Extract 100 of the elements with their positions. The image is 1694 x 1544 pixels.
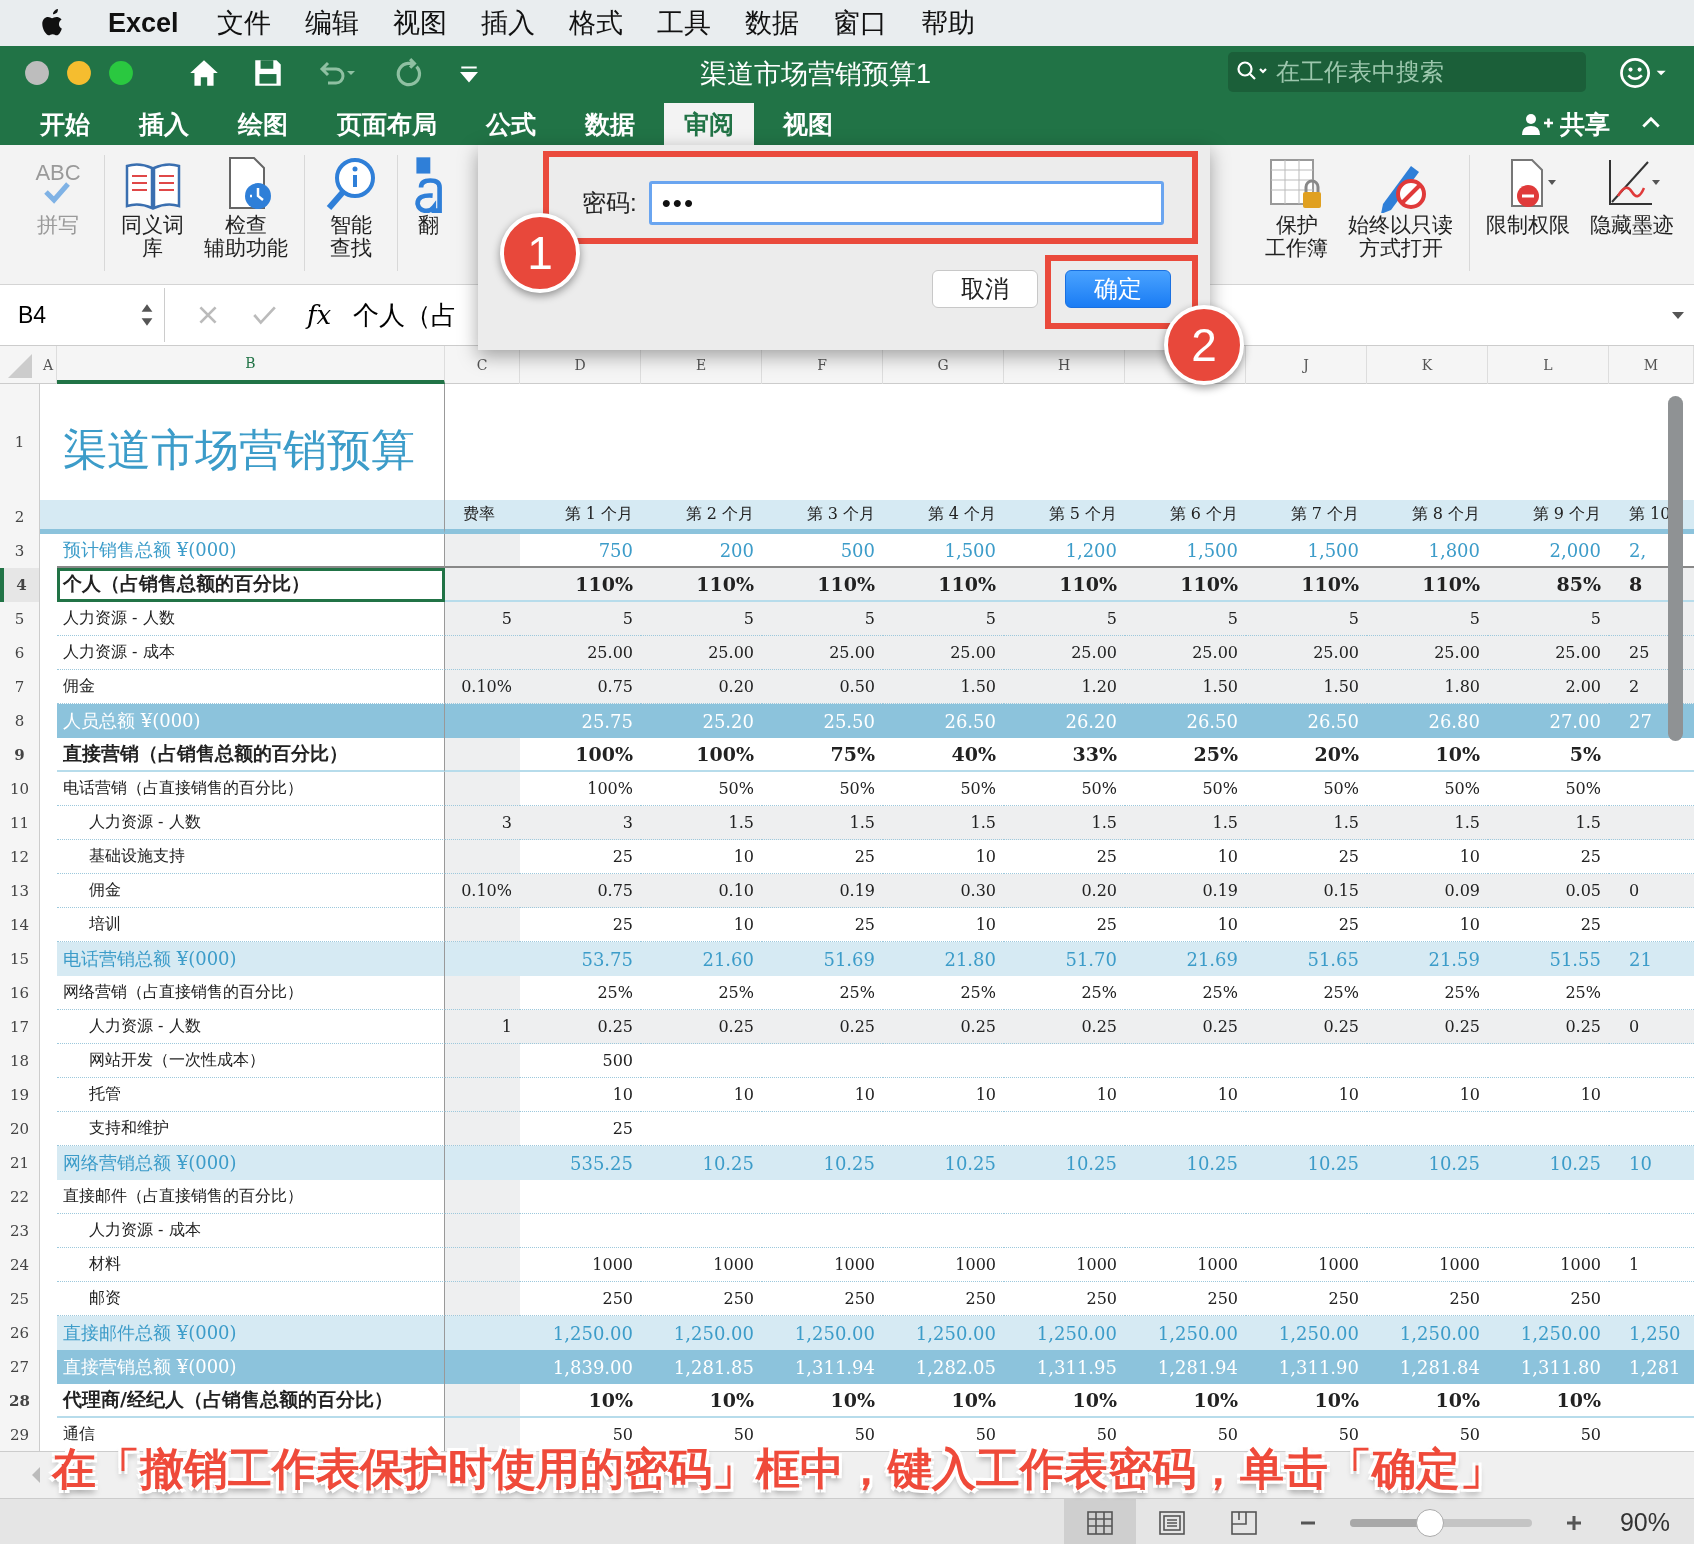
table-cell: 1000 (520, 1248, 641, 1282)
row-header[interactable]: 8 (0, 704, 40, 738)
row-header[interactable]: 4 (0, 568, 40, 602)
ribbon-button[interactable]: 翻 (408, 155, 448, 237)
ribbon-tab[interactable]: 开始 (20, 103, 110, 145)
table-cell: 5 (1367, 602, 1488, 636)
table-cell: 5 (1125, 602, 1246, 636)
ribbon-button[interactable]: 保护 工作簿 (1259, 155, 1334, 260)
column-header[interactable]: K (1367, 346, 1488, 384)
menu-item[interactable]: 工具 (656, 5, 711, 41)
table-cell: 26.80 (1367, 704, 1488, 738)
row-header[interactable]: 14 (0, 908, 40, 942)
row-header[interactable]: 23 (0, 1214, 40, 1248)
table-cell: 0.25 (641, 1010, 762, 1044)
row-header[interactable]: 9 (0, 738, 40, 772)
menu-item[interactable]: 帮助 (920, 5, 975, 41)
ribbon-button[interactable]: 智能 查找 (315, 155, 387, 260)
table-cell: 第 4 个月 (883, 500, 1004, 534)
table-cell: 1.5 (1004, 806, 1125, 840)
ribbon-button[interactable]: 限制权限 (1480, 155, 1576, 237)
ribbon-tab[interactable]: 页面布局 (317, 103, 457, 145)
menu-item[interactable]: 插入 (480, 5, 535, 41)
row-header[interactable]: 1 (0, 384, 40, 500)
table-cell: 1,250 (1609, 1316, 1694, 1350)
menu-item[interactable]: 数据 (744, 5, 799, 41)
row-header[interactable]: 10 (0, 772, 40, 806)
share-button[interactable]: 共享 (1514, 103, 1616, 145)
table-cell: 1,839.00 (520, 1350, 641, 1384)
ribbon-tab[interactable]: 插入 (119, 103, 209, 145)
row-header[interactable]: 21 (0, 1146, 40, 1180)
row-header[interactable]: 22 (0, 1180, 40, 1214)
column-header[interactable]: B (57, 346, 445, 384)
table-cell: 1000 (1246, 1248, 1367, 1282)
ribbon-tab[interactable]: 视图 (763, 103, 853, 145)
expand-icon[interactable] (1670, 309, 1686, 321)
row-header[interactable]: 24 (0, 1248, 40, 1282)
row-header[interactable]: 16 (0, 976, 40, 1010)
smiley-icon[interactable] (1618, 56, 1668, 90)
table-cell: 1,250.00 (762, 1316, 883, 1350)
column-header[interactable]: M (1609, 346, 1694, 384)
table-cell: 1,250.00 (883, 1316, 1004, 1350)
row-header[interactable]: 7 (0, 670, 40, 704)
function-icon[interactable]: fx (307, 300, 332, 330)
minimize-icon[interactable] (66, 60, 92, 86)
zoom-icon[interactable] (108, 60, 134, 86)
row-header[interactable]: 2 (0, 500, 40, 534)
column-header[interactable]: A (40, 346, 57, 384)
name-box[interactable]: B4 (0, 288, 165, 342)
search-field[interactable]: 在工作表中搜索 (1228, 52, 1586, 92)
row-header[interactable]: 13 (0, 874, 40, 908)
ribbon-tab[interactable]: 数据 (565, 103, 655, 145)
row-header[interactable]: 19 (0, 1078, 40, 1112)
ribbon-label: 方式打开 (1358, 236, 1443, 260)
ribbon-button[interactable]: 隐藏墨迹 (1584, 155, 1680, 237)
table-cell: 0.10% (445, 874, 520, 908)
row-header[interactable]: 18 (0, 1044, 40, 1078)
row-header[interactable]: 26 (0, 1316, 40, 1350)
table-cell: 1000 (641, 1248, 762, 1282)
close-icon[interactable] (24, 60, 50, 86)
ribbon-button[interactable]: 始终以只读 方式打开 (1342, 155, 1459, 260)
row-header[interactable]: 11 (0, 806, 40, 840)
menu-item[interactable]: 文件 (216, 5, 271, 41)
formula-text[interactable]: 个人（占 (353, 297, 458, 333)
menu-item[interactable]: 格式 (568, 5, 623, 41)
row-header[interactable]: 17 (0, 1010, 40, 1044)
ribbon-button[interactable]: 检查 辅助功能 (198, 155, 294, 260)
row-header[interactable]: 20 (0, 1112, 40, 1146)
row-header[interactable]: 6 (0, 636, 40, 670)
ribbon-tab[interactable]: 审阅 (664, 103, 754, 145)
password-field[interactable]: ••• (648, 181, 1164, 225)
row-header[interactable]: 12 (0, 840, 40, 874)
row-header[interactable]: 29 (0, 1418, 40, 1451)
table-cell: 1,281.85 (641, 1350, 762, 1384)
table-cell: 1,281.84 (1367, 1350, 1488, 1384)
row-header[interactable]: 3 (0, 534, 40, 568)
ribbon-button[interactable]: 同义词 库 (115, 155, 190, 260)
column-header[interactable]: J (1246, 346, 1367, 384)
column-header[interactable]: L (1488, 346, 1609, 384)
table-cell: 10.25 (1004, 1146, 1125, 1180)
cancel-button[interactable]: 取消 (932, 270, 1038, 308)
table-cell: 0.10 (641, 874, 762, 908)
ribbon-tab[interactable]: 公式 (466, 103, 556, 145)
normal-view-button[interactable] (1063, 1499, 1136, 1544)
row-header[interactable]: 15 (0, 942, 40, 976)
table-cell: 5% (1488, 738, 1609, 772)
row-header[interactable]: 27 (0, 1350, 40, 1384)
menu-item[interactable]: 编辑 (304, 5, 359, 41)
menu-item[interactable]: 视图 (392, 5, 447, 41)
row-header[interactable]: 28 (0, 1384, 40, 1418)
menu-item[interactable]: 窗口 (832, 5, 887, 41)
row-header[interactable]: 5 (0, 602, 40, 636)
app-name[interactable]: Excel (108, 7, 179, 39)
scrollbar-thumb[interactable] (1668, 396, 1683, 741)
table-cell: 2.00 (1488, 670, 1609, 704)
table-cell: 第 1 个月 (520, 500, 641, 534)
ribbon-tab[interactable]: 绘图 (218, 103, 308, 145)
table-cell: 100% (520, 738, 641, 772)
table-cell: 1000 (1367, 1248, 1488, 1282)
table-cell: 5 (520, 602, 641, 636)
row-header[interactable]: 25 (0, 1282, 40, 1316)
